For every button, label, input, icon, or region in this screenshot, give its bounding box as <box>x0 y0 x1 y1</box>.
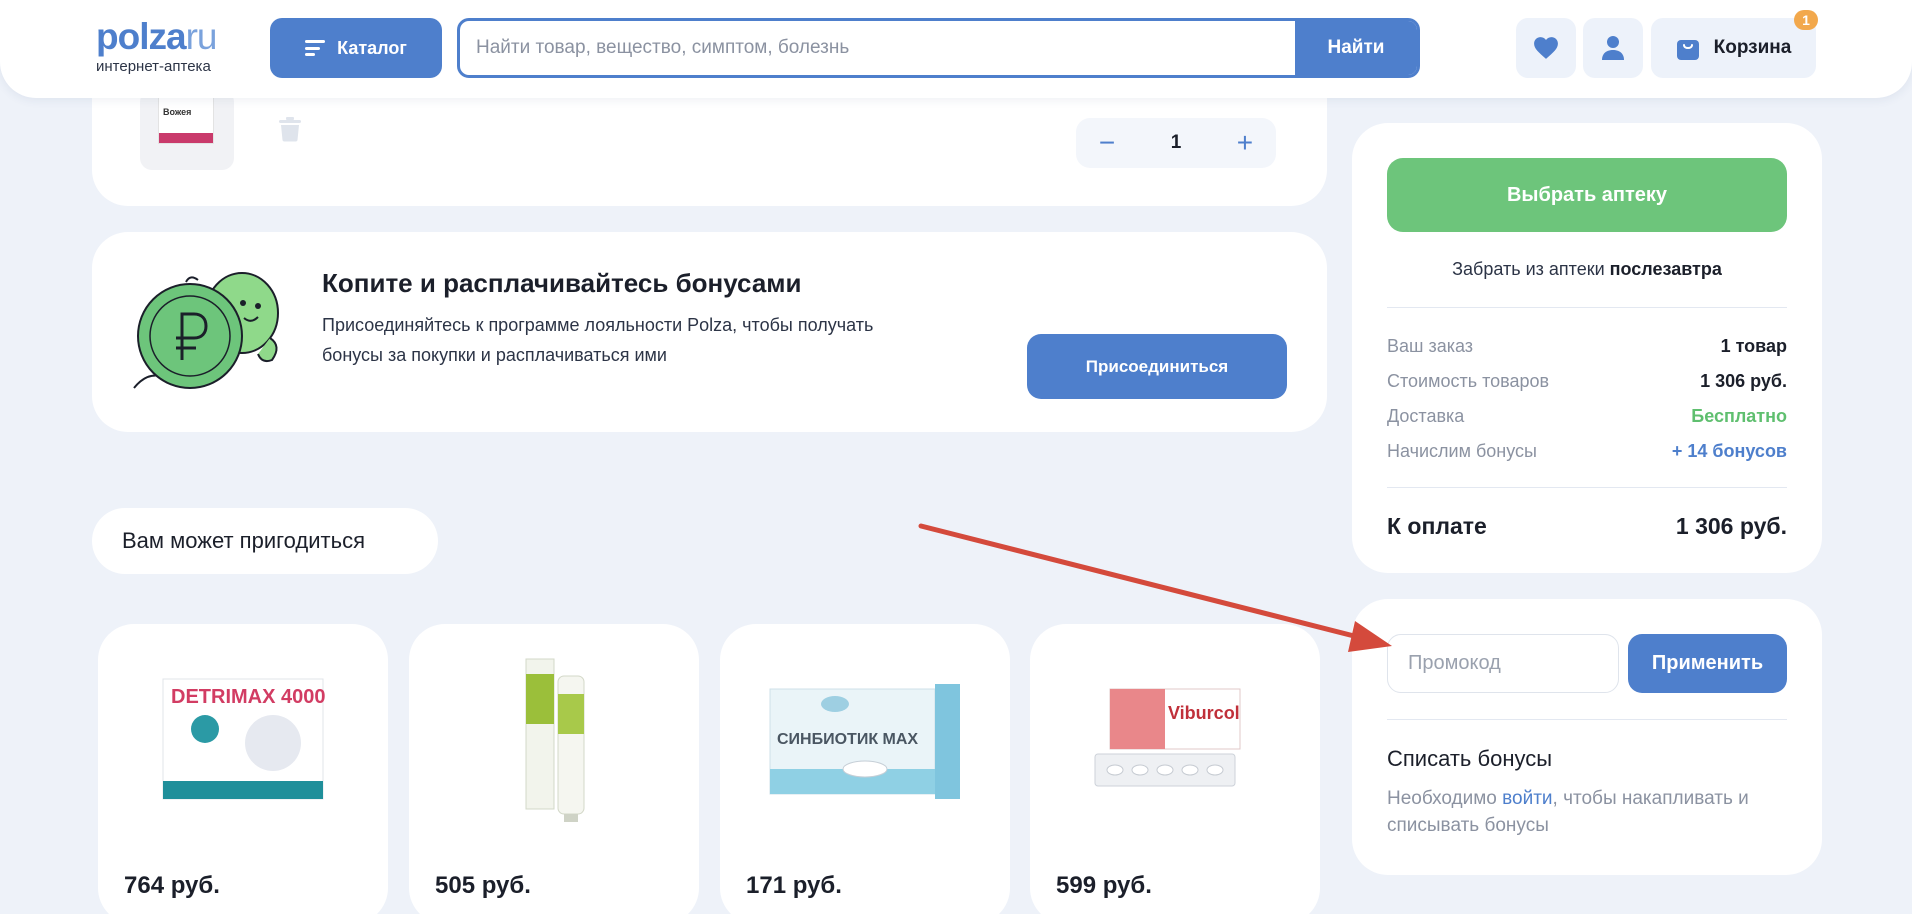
logo-subtitle: интернет-аптека <box>96 58 211 75</box>
cart-label: Корзина <box>1713 37 1792 58</box>
search-input[interactable] <box>460 21 1295 75</box>
summary-row-delivery: Доставка Бесплатно <box>1387 406 1787 426</box>
divider <box>1387 307 1787 308</box>
product-card[interactable]: Viburcol 599 руб. <box>1030 624 1320 914</box>
svg-text:DETRIMAX 4000: DETRIMAX 4000 <box>171 686 326 708</box>
bonus-program-banner: Копите и расплачивайтесь бонусами Присое… <box>92 232 1327 432</box>
viburcol-package-icon: Viburcol <box>1094 688 1241 787</box>
product-image[interactable] <box>449 654 659 824</box>
logo[interactable]: polzaru интернет-аптека <box>96 16 218 76</box>
profile-button[interactable] <box>1583 18 1643 78</box>
cart-item-thumb-text: Вожея <box>163 107 192 117</box>
coin-mascot-icon <box>133 272 279 389</box>
promo-code-input[interactable] <box>1387 634 1619 693</box>
use-bonuses-title: Списать бонусы <box>1387 746 1553 771</box>
product-image[interactable]: Viburcol <box>1070 654 1280 824</box>
heart-icon <box>1534 37 1558 59</box>
trash-icon <box>279 117 301 142</box>
shopping-bag-icon <box>1676 40 1699 60</box>
catalog-button-label: Каталог <box>337 37 407 58</box>
product-card[interactable]: DETRIMAX 4000 764 руб. <box>98 624 388 914</box>
catalog-button[interactable]: Каталог <box>270 18 442 78</box>
favorites-button[interactable] <box>1516 18 1576 78</box>
product-card[interactable]: СИНБИОТИК MAX 171 руб. <box>720 624 1010 914</box>
quantity-stepper: − 1 + <box>1076 118 1276 168</box>
divider <box>1387 487 1787 488</box>
logo-main-text: polza <box>96 16 187 57</box>
cart-count-badge: 1 <box>1794 10 1818 30</box>
pickup-date: послезавтра <box>1609 259 1722 279</box>
join-button[interactable]: Присоединиться <box>1027 334 1287 399</box>
pickup-prefix: Забрать из аптеки <box>1452 259 1610 279</box>
promo-card: Применить Списать бонусы Необходимо войт… <box>1352 599 1822 875</box>
divider <box>1387 719 1787 720</box>
product-price: 505 руб. <box>435 872 531 899</box>
total-row: К оплате 1 306 руб. <box>1387 513 1787 540</box>
product-price: 171 руб. <box>746 872 842 899</box>
svg-text:СИНБИОТИК MAX: СИНБИОТИК MAX <box>777 731 918 748</box>
increase-quantity-button[interactable]: + <box>1232 129 1258 157</box>
user-icon <box>1602 36 1624 60</box>
login-link[interactable]: войти <box>1502 788 1552 809</box>
recommendations-title: Вам может пригодиться <box>92 508 438 574</box>
bonus-banner-text: Присоединяйтесь к программе лояльности P… <box>322 315 874 365</box>
summary-row-bonuses: Начислим бонусы + 14 бонусов <box>1387 441 1787 461</box>
search-bar: Найти <box>457 18 1420 78</box>
menu-icon <box>305 40 326 56</box>
delete-item-button[interactable] <box>278 116 302 147</box>
total-label: К оплате <box>1387 513 1487 539</box>
detrimax-package-icon: DETRIMAX 4000 <box>162 678 326 800</box>
product-price: 764 руб. <box>124 872 220 899</box>
total-value: 1 306 руб. <box>1675 513 1787 539</box>
product-image[interactable]: СИНБИОТИК MAX <box>760 654 970 824</box>
summary-row-goods-cost: Стоимость товаров 1 306 руб. <box>1387 371 1787 391</box>
cart-item-thumbnail[interactable]: Вожея <box>140 90 234 170</box>
bonus-banner-title: Копите и расплачивайтесь бонусами <box>322 268 802 298</box>
quantity-value: 1 <box>1170 132 1182 153</box>
cream-tube-package-icon <box>525 658 585 822</box>
product-card[interactable]: 505 руб. <box>409 624 699 914</box>
cart-button[interactable]: Корзина 1 <box>1651 10 1818 78</box>
svg-text:Viburcol: Viburcol <box>1168 703 1240 723</box>
synbiotic-package-icon: СИНБИОТИК MAX <box>769 684 960 799</box>
search-button[interactable]: Найти <box>1295 21 1417 75</box>
summary-row-order: Ваш заказ 1 товар <box>1387 336 1787 356</box>
logo-ru-text: ru <box>185 16 218 57</box>
decrease-quantity-button[interactable]: − <box>1094 129 1120 157</box>
use-bonuses-text: Необходимо войти, чтобы накапливать и сп… <box>1387 788 1749 836</box>
choose-pharmacy-button[interactable]: Выбрать аптеку <box>1387 158 1787 232</box>
order-summary: Выбрать аптеку Забрать из аптеки послеза… <box>1352 123 1822 573</box>
product-price: 599 руб. <box>1056 872 1152 899</box>
apply-promo-button[interactable]: Применить <box>1628 634 1787 693</box>
site-header: polzaru интернет-аптека Каталог Найти Ко… <box>0 0 1912 98</box>
product-image[interactable]: DETRIMAX 4000 <box>138 654 348 824</box>
pickup-info: Забрать из аптеки послезавтра <box>1352 259 1822 280</box>
